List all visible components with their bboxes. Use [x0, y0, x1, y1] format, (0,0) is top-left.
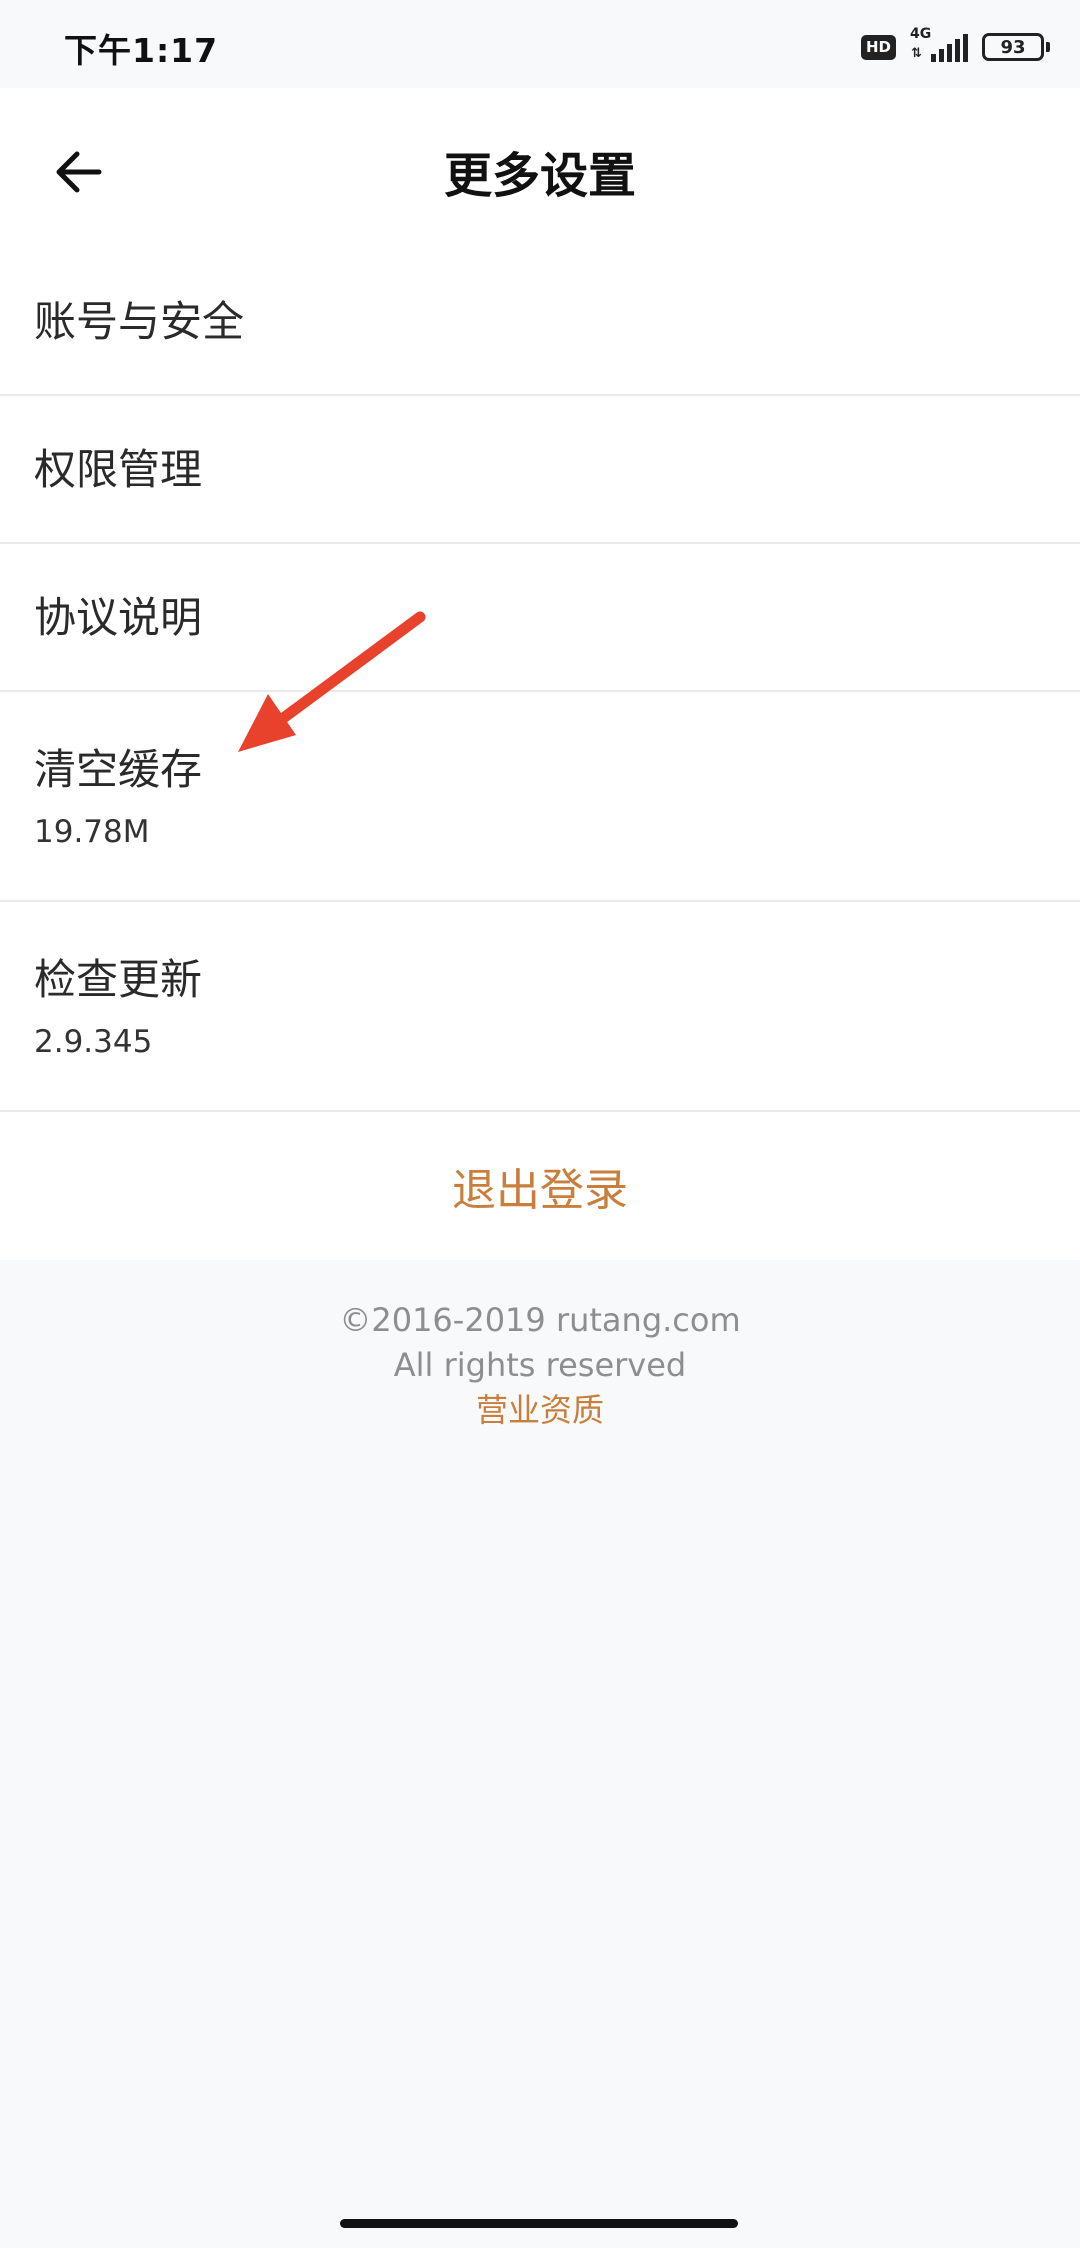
menu-item-label: 账号与安全 — [34, 297, 245, 346]
cellular-signal-icon: 4G ⇅ — [910, 26, 968, 64]
status-time: 下午1:17 — [64, 31, 219, 70]
rights-text: All rights reserved — [393, 1346, 687, 1384]
battery-level: 93 — [1000, 36, 1026, 58]
menu-item-label: 清空缓存 — [34, 745, 203, 794]
menu-item-label: 检查更新 — [34, 955, 203, 1004]
page-title: 更多设置 — [443, 148, 636, 204]
data-arrows-icon: ⇅ — [911, 46, 922, 61]
menu-item-clear-cache[interactable]: 清空缓存 19.78M — [0, 692, 1080, 902]
footer: ©2016-2019 rutang.com All rights reserve… — [0, 1298, 1080, 1433]
network-type-label: 4G — [910, 26, 932, 42]
hd-icon: HD — [860, 34, 896, 60]
menu-item-label: 权限管理 — [34, 445, 203, 494]
battery-icon: 93 — [982, 33, 1050, 61]
menu-item-agreements[interactable]: 协议说明 — [0, 544, 1080, 692]
business-license-link[interactable]: 营业资质 — [0, 1388, 1080, 1433]
signal-bars-icon — [931, 34, 968, 62]
menu-item-label: 协议说明 — [34, 593, 203, 642]
status-icons: HD 4G ⇅ 93 — [860, 26, 1050, 66]
menu-item-check-update[interactable]: 检查更新 2.9.345 — [0, 902, 1080, 1112]
logout-label: 退出登录 — [452, 1165, 628, 1216]
menu-item-account-security[interactable]: 账号与安全 — [0, 248, 1080, 396]
copyright-text: ©2016-2019 rutang.com — [339, 1301, 741, 1339]
status-bar: 下午1:17 HD 4G ⇅ 93 — [0, 0, 1080, 88]
logout-button[interactable]: 退出登录 — [0, 1112, 1080, 1260]
cache-size-value: 19.78M — [34, 814, 150, 850]
home-indicator[interactable] — [340, 2219, 738, 2228]
settings-list: 账号与安全 权限管理 协议说明 清空缓存 19.78M 检查更新 2.9.345… — [0, 248, 1080, 1260]
app-header: 更多设置 — [0, 88, 1080, 248]
version-value: 2.9.345 — [34, 1024, 153, 1060]
menu-item-permissions[interactable]: 权限管理 — [0, 396, 1080, 544]
